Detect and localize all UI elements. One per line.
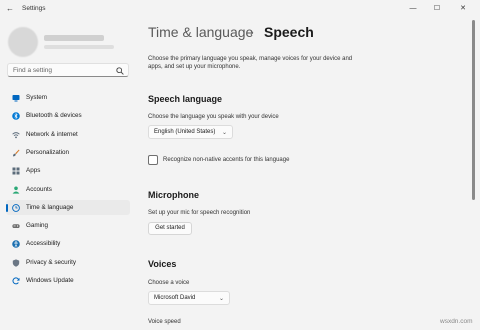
user-profile[interactable]	[8, 27, 118, 57]
page-title: Speech	[264, 24, 314, 40]
speech-language-dropdown[interactable]: English (United States) ⌄	[148, 125, 233, 139]
sidebar-item-label: Personalization	[26, 148, 70, 156]
breadcrumb-separator: ›	[250, 27, 254, 39]
sidebar-item-privacy-and-security[interactable]: Privacy & security	[6, 255, 130, 270]
speech-language-value: English (United States)	[154, 129, 216, 135]
update-icon	[12, 277, 20, 285]
watermark: wsxdn.com	[440, 318, 473, 325]
sidebar-item-label: Privacy & security	[26, 258, 77, 266]
sidebar-item-time-and-language[interactable]: Time & language	[6, 199, 130, 215]
non-native-accents-checkbox[interactable]	[148, 155, 158, 165]
microphone-prompt: Set up your mic for speech recognition	[148, 210, 251, 216]
microphone-heading: Microphone	[148, 190, 199, 200]
wifi-icon	[12, 131, 20, 138]
sidebar-item-personalization[interactable]: Personalization	[6, 145, 130, 160]
scrollbar[interactable]	[472, 20, 475, 200]
voices-heading: Voices	[148, 259, 177, 269]
sidebar-item-label: Windows Update	[26, 277, 74, 284]
brush-icon	[13, 149, 20, 157]
sidebar-item-apps[interactable]: Apps	[6, 163, 130, 178]
search-input[interactable]: Find a setting	[7, 63, 129, 77]
sidebar-item-bluetooth-and-devices[interactable]: Bluetooth & devices	[6, 108, 130, 123]
sidebar-item-label: Accessibility	[26, 240, 61, 248]
voice-speed-label: Voice speed	[148, 319, 181, 325]
blurred-user-name	[44, 35, 104, 41]
sidebar-item-label: Gaming	[26, 222, 49, 230]
chevron-down-icon: ⌄	[221, 130, 227, 136]
monitor-icon	[12, 95, 20, 102]
search-icon[interactable]	[116, 67, 124, 75]
gamepad-icon	[12, 224, 20, 229]
get-started-button[interactable]: Get started	[148, 222, 192, 235]
active-indicator	[6, 203, 8, 212]
sidebar-item-windows-update[interactable]: Windows Update	[6, 273, 130, 288]
sidebar-item-gaming[interactable]: Gaming	[6, 218, 130, 233]
main-content: Time & language › Speech Choose the prim…	[148, 0, 458, 330]
globe-clock-icon	[12, 203, 20, 212]
apps-icon	[12, 167, 20, 175]
breadcrumb-parent[interactable]: Time & language	[148, 24, 253, 40]
voices-prompt: Choose a voice	[148, 280, 190, 286]
bluetooth-icon	[12, 112, 20, 121]
accessibility-icon	[12, 240, 20, 249]
speech-language-prompt: Choose the language you speak with your …	[148, 114, 279, 120]
search-placeholder: Find a setting	[13, 67, 53, 74]
blurred-user-email	[44, 45, 114, 49]
shield-icon	[12, 259, 20, 267]
sidebar-item-label: Time & language	[26, 203, 74, 211]
sidebar-item-accessibility[interactable]: Accessibility	[6, 236, 130, 251]
sidebar-item-label: Network & internet	[26, 130, 78, 138]
back-arrow-icon[interactable]: ←	[6, 4, 14, 13]
page-description: Choose the primary language you speak, m…	[148, 56, 353, 70]
sidebar-item-system[interactable]: System	[6, 90, 130, 105]
sidebar-item-label: Apps	[26, 167, 41, 175]
sidebar-item-accounts[interactable]: Accounts	[6, 182, 130, 197]
sidebar-item-network-and-internet[interactable]: Network & internet	[6, 127, 130, 142]
non-native-accents-label[interactable]: Recognize non-native accents for this la…	[163, 157, 289, 163]
chevron-down-icon: ⌄	[218, 296, 224, 302]
avatar	[8, 27, 38, 57]
voice-value: Microsoft David	[154, 295, 196, 301]
close-button[interactable]: ✕	[456, 3, 470, 15]
sidebar-item-label: System	[26, 94, 47, 101]
person-icon	[12, 186, 20, 194]
sidebar-item-label: Accounts	[26, 185, 52, 193]
app-title: Settings	[22, 5, 46, 12]
sidebar-item-label: Bluetooth & devices	[26, 112, 82, 120]
voice-dropdown[interactable]: Microsoft David ⌄	[148, 291, 230, 305]
speech-language-heading: Speech language	[148, 94, 223, 104]
